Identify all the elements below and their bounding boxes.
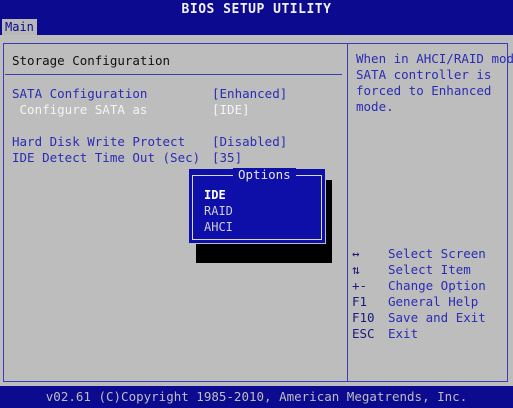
key-desc: Change Option [388, 278, 486, 293]
setting-sata-configuration[interactable]: SATA Configuration [12, 86, 147, 101]
setting-ide-detect-time-out[interactable]: IDE Detect Time Out (Sec) [12, 150, 200, 165]
value-hard-disk-write-protect[interactable]: [Disabled] [212, 134, 287, 149]
key-desc: Select Item [388, 262, 471, 277]
help-text: When in AHCI/RAID mode SATA controller i… [356, 51, 513, 114]
section-divider [5, 74, 342, 75]
panel-divider [347, 43, 348, 382]
arrows-horizontal-icon: ↔ [352, 246, 360, 261]
value-ide-detect-time-out[interactable]: [35] [212, 150, 242, 165]
section-title: Storage Configuration [12, 53, 171, 68]
popup-title: Options [233, 168, 296, 182]
popup-border: Options IDE RAID AHCI [192, 168, 322, 240]
window-title: BIOS SETUP UTILITY [0, 0, 513, 20]
key-desc: Exit [388, 326, 419, 341]
options-popup: Options IDE RAID AHCI [188, 168, 326, 244]
key-plus-minus: +- [352, 278, 368, 293]
value-sata-configuration[interactable]: [Enhanced] [212, 86, 287, 101]
setting-configure-sata-as[interactable]: Configure SATA as [12, 102, 148, 117]
key-desc: General Help [388, 294, 479, 309]
key-f1: F1 [352, 294, 368, 309]
setting-hard-disk-write-protect[interactable]: Hard Disk Write Protect [12, 134, 185, 149]
option-ahci[interactable]: AHCI [204, 220, 233, 234]
option-ide[interactable]: IDE [204, 188, 226, 202]
key-desc: Select Screen [388, 246, 486, 261]
tab-main[interactable]: Main [2, 19, 37, 36]
value-configure-sata-as[interactable]: [IDE] [212, 102, 250, 117]
key-desc: Save and Exit [388, 310, 486, 325]
key-f10: F10 [352, 310, 375, 325]
arrows-vertical-icon: ⇅ [352, 262, 360, 277]
copyright-footer: v02.61 (C)Copyright 1985-2010, American … [45, 389, 468, 404]
key-esc: ESC [352, 326, 375, 341]
option-raid[interactable]: RAID [204, 204, 233, 218]
